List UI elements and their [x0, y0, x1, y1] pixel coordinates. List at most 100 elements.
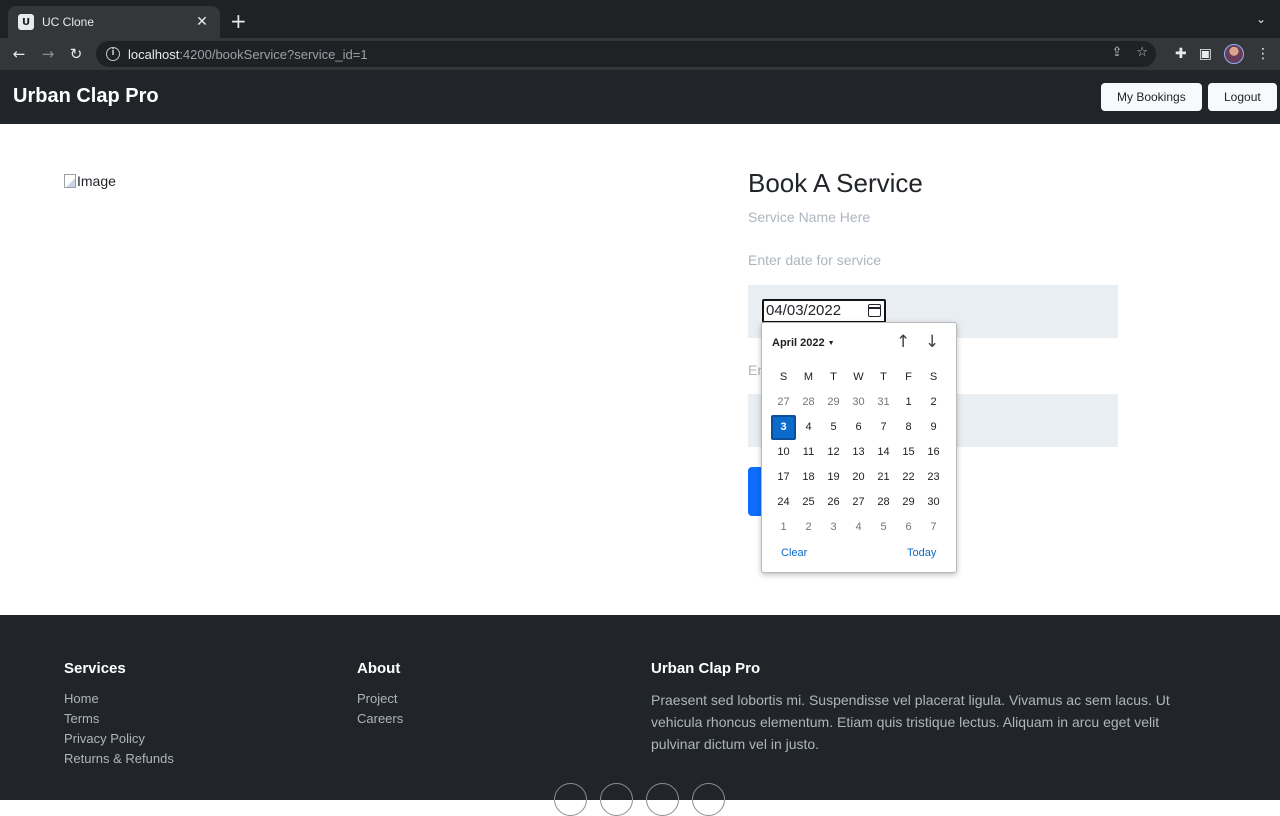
- calendar-day[interactable]: 14: [871, 440, 896, 465]
- calendar-day[interactable]: 6: [846, 415, 871, 440]
- calendar-day[interactable]: 27: [771, 390, 796, 415]
- browser-tab[interactable]: U UC Clone ✕: [8, 6, 220, 38]
- page-title: Book A Service: [748, 168, 923, 198]
- address-bar[interactable]: i localhost:4200/bookService?service_id=…: [96, 41, 1156, 67]
- calendar-day[interactable]: 30: [846, 390, 871, 415]
- service-name-text: Service Name Here: [748, 209, 871, 225]
- clear-button[interactable]: Clear: [781, 547, 807, 559]
- browser-tab-strip: U UC Clone ✕ + ⌄: [0, 0, 1280, 38]
- calendar-day[interactable]: 31: [871, 390, 896, 415]
- calendar-day[interactable]: 4: [846, 515, 871, 540]
- reload-icon[interactable]: ↻: [65, 43, 87, 65]
- my-bookings-button[interactable]: My Bookings: [1101, 83, 1202, 111]
- bookmark-star-icon[interactable]: ☆: [1136, 45, 1148, 60]
- date-input[interactable]: 04/03/2022: [762, 299, 886, 323]
- calendar-day[interactable]: 4: [796, 415, 821, 440]
- calendar-day-selected[interactable]: 3: [771, 415, 796, 440]
- calendar-day[interactable]: 2: [796, 515, 821, 540]
- calendar-day[interactable]: 20: [846, 465, 871, 490]
- browser-menu-icon[interactable]: ⋮: [1256, 46, 1270, 62]
- footer-link-privacy[interactable]: Privacy Policy: [64, 729, 174, 749]
- today-button[interactable]: Today: [907, 547, 936, 559]
- image-alt-text: Image: [77, 173, 116, 189]
- footer-services: Services Home Terms Privacy Policy Retur…: [64, 660, 174, 769]
- calendar-day[interactable]: 17: [771, 465, 796, 490]
- calendar-day[interactable]: 29: [821, 390, 846, 415]
- calendar-day[interactable]: 2: [921, 390, 946, 415]
- calendar-day[interactable]: 25: [796, 490, 821, 515]
- footer-link-project[interactable]: Project: [357, 689, 403, 709]
- new-tab-icon[interactable]: +: [230, 10, 247, 32]
- date-label: Enter date for service: [748, 252, 882, 268]
- calendar-day[interactable]: 7: [871, 415, 896, 440]
- calendar-day[interactable]: 7: [921, 515, 946, 540]
- calendar-day[interactable]: 27: [846, 490, 871, 515]
- footer-heading: Urban Clap Pro: [651, 660, 761, 677]
- weekday-header: T: [880, 371, 887, 383]
- share-icon[interactable]: ⇪: [1111, 45, 1122, 60]
- footer-link-returns[interactable]: Returns & Refunds: [64, 749, 174, 769]
- calendar-day[interactable]: 26: [821, 490, 846, 515]
- calendar-day[interactable]: 28: [871, 490, 896, 515]
- footer-link-home[interactable]: Home: [64, 689, 174, 709]
- back-icon[interactable]: ←: [8, 43, 30, 65]
- calendar-day[interactable]: 16: [921, 440, 946, 465]
- footer-heading: Services: [64, 660, 126, 677]
- calendar-day[interactable]: 21: [871, 465, 896, 490]
- app-navbar: Urban Clap Pro My Bookings Logout: [0, 70, 1280, 124]
- calendar-day[interactable]: 24: [771, 490, 796, 515]
- profile-avatar[interactable]: [1224, 44, 1244, 64]
- footer-heading: About: [357, 660, 401, 677]
- close-tab-icon[interactable]: ✕: [194, 14, 210, 30]
- weekday-header: T: [830, 371, 837, 383]
- calendar-icon[interactable]: [868, 304, 881, 317]
- calendar-grid: S M T W T F S 27 28 29 30 31 1 2 3 4 5 6 7 8 9 10 11 12 13 14 15 16…: [771, 365, 949, 540]
- weekday-header: S: [929, 371, 938, 383]
- tab-title: UC Clone: [42, 15, 95, 29]
- date-picker-popup: April 2022 ▼ ↑ ↓ S M T W T F S 27 28 29 30 31 1 2 3 4 5 6 7…: [761, 322, 957, 573]
- calendar-day[interactable]: 5: [871, 515, 896, 540]
- calendar-day[interactable]: 18: [796, 465, 821, 490]
- calendar-day[interactable]: 3: [821, 515, 846, 540]
- calendar-day[interactable]: 6: [896, 515, 921, 540]
- calendar-day[interactable]: 13: [846, 440, 871, 465]
- site-info-icon[interactable]: i: [106, 47, 120, 61]
- date-input-value: 04/03/2022: [766, 302, 842, 319]
- calendar-day[interactable]: 8: [896, 415, 921, 440]
- footer: Services Home Terms Privacy Policy Retur…: [0, 615, 1280, 816]
- calendar-day[interactable]: 1: [896, 390, 921, 415]
- favicon-icon: U: [18, 14, 34, 30]
- calendar-day[interactable]: 19: [821, 465, 846, 490]
- footer-link-careers[interactable]: Careers: [357, 709, 403, 729]
- month-selector[interactable]: April 2022 ▼: [772, 337, 835, 349]
- weekday-header: F: [905, 371, 912, 383]
- service-image: Image: [64, 173, 116, 189]
- side-panel-icon[interactable]: ▣: [1199, 46, 1212, 62]
- calendar-day[interactable]: 12: [821, 440, 846, 465]
- tab-search-icon[interactable]: ⌄: [1256, 12, 1266, 26]
- calendar-day[interactable]: 5: [821, 415, 846, 440]
- footer-description: Praesent sed lobortis mi. Suspendisse ve…: [651, 692, 1170, 752]
- calendar-day[interactable]: 1: [771, 515, 796, 540]
- footer-link-terms[interactable]: Terms: [64, 709, 174, 729]
- calendar-day[interactable]: 28: [796, 390, 821, 415]
- calendar-day[interactable]: 23: [921, 465, 946, 490]
- calendar-day[interactable]: 15: [896, 440, 921, 465]
- extensions-icon[interactable]: ✚: [1175, 46, 1187, 62]
- previous-month-icon[interactable]: ↑: [896, 332, 910, 352]
- calendar-day[interactable]: 30: [921, 490, 946, 515]
- logout-button[interactable]: Logout: [1208, 83, 1277, 111]
- calendar-day[interactable]: 9: [921, 415, 946, 440]
- calendar-day[interactable]: 29: [896, 490, 921, 515]
- calendar-day[interactable]: 10: [771, 440, 796, 465]
- brand-logo[interactable]: Urban Clap Pro: [13, 85, 159, 108]
- broken-image-icon: [64, 174, 76, 188]
- calendar-day[interactable]: 11: [796, 440, 821, 465]
- weekday-header: M: [803, 371, 814, 383]
- weekday-header: S: [779, 371, 788, 383]
- footer-brand: Urban Clap Pro Praesent sed lobortis mi.…: [651, 660, 1201, 755]
- forward-icon[interactable]: →: [37, 43, 59, 65]
- footer-about: About Project Careers: [357, 660, 403, 729]
- calendar-day[interactable]: 22: [896, 465, 921, 490]
- next-month-icon[interactable]: ↓: [925, 332, 939, 352]
